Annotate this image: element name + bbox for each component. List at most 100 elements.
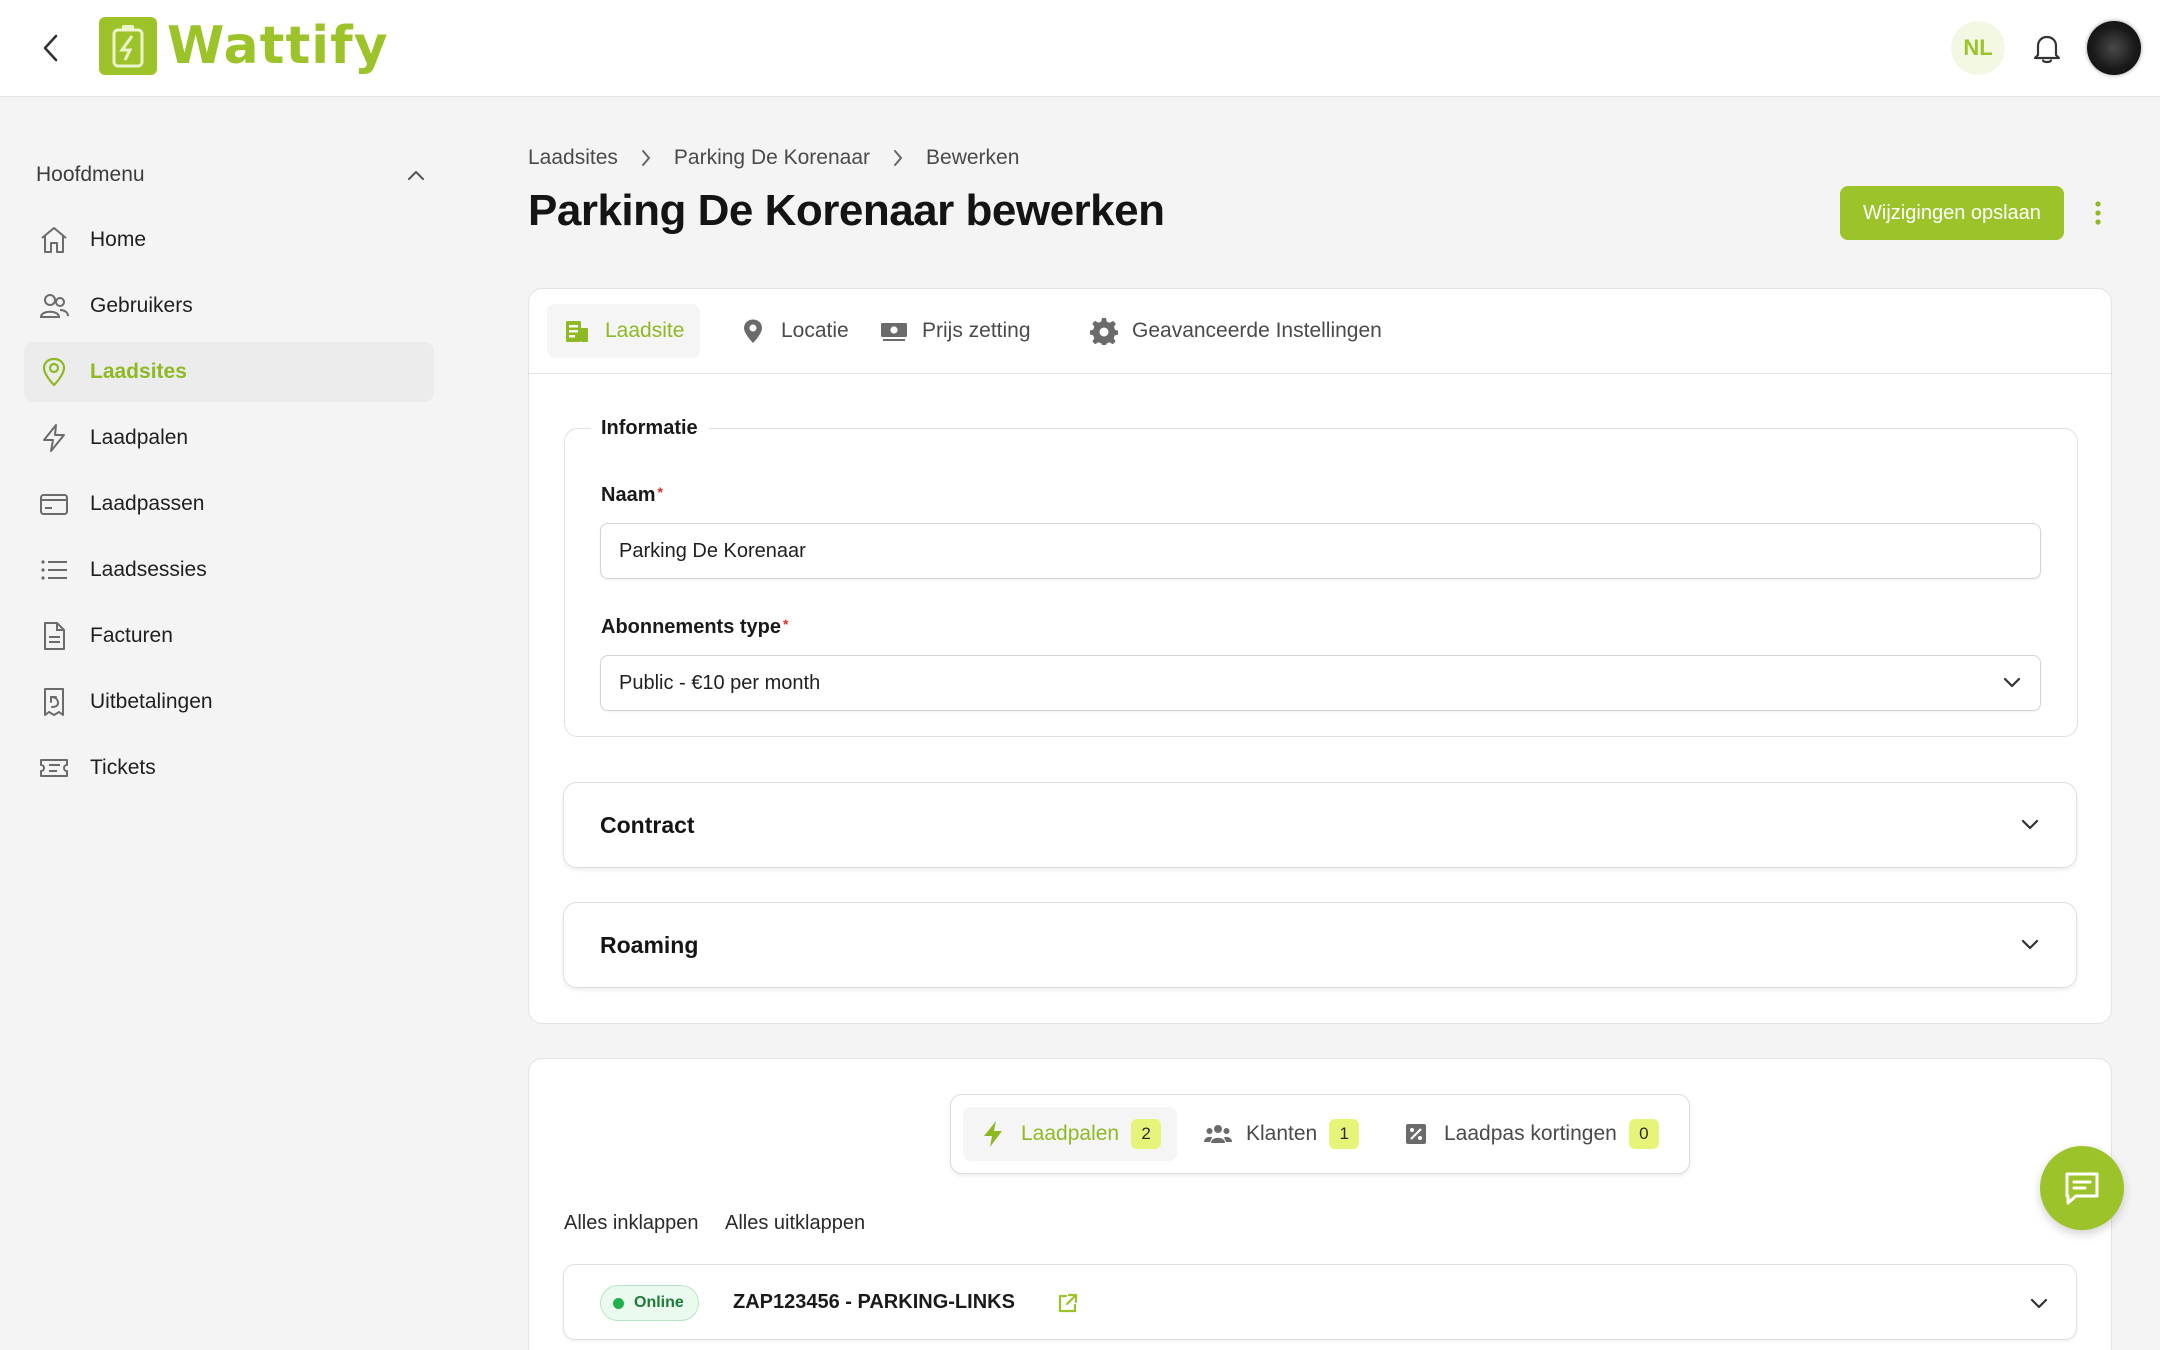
name-field-label: Naam * <box>601 484 663 507</box>
collapse-all-button[interactable]: Alles inklappen <box>564 1212 699 1235</box>
external-link-icon <box>1058 1293 1078 1313</box>
count-badge: 0 <box>1628 1119 1659 1149</box>
required-marker: * <box>783 616 789 632</box>
sidebar-item-label: Home <box>90 228 147 251</box>
back-button[interactable] <box>34 31 68 65</box>
tab-locatie[interactable]: Locatie <box>723 304 865 358</box>
lightning-icon <box>36 420 72 456</box>
breadcrumb-laadsites[interactable]: Laadsites <box>528 146 618 170</box>
sidebar-item-label: Facturen <box>90 624 173 647</box>
status-badge: Online <box>600 1285 699 1321</box>
avatar[interactable] <box>2087 21 2141 75</box>
section-title: Informatie <box>601 417 698 439</box>
sidebar-item-facturen[interactable]: Facturen <box>24 606 434 666</box>
page-title: Parking De Korenaar bewerken <box>528 186 1165 235</box>
tab-laadsite[interactable]: Laadsite <box>547 304 701 358</box>
chevron-down-icon <box>2021 939 2039 950</box>
tab-label: Laadsite <box>605 319 685 342</box>
map-pin-icon <box>36 354 72 390</box>
top-bar: Wattify NL <box>0 0 2160 97</box>
gear-icon <box>1090 317 1118 345</box>
sidebar-item-laadsites[interactable]: Laadsites <box>24 342 434 402</box>
tabs-bar: Laadsite Locatie Prijs zetting Geavancee… <box>529 289 2111 374</box>
subscription-select[interactable]: Public - €10 per month <box>600 655 2041 711</box>
receipt-icon <box>36 684 72 720</box>
ticket-icon <box>36 750 72 786</box>
discount-icon <box>1402 1120 1430 1148</box>
sidebar-item-label: Laadsessies <box>90 558 207 581</box>
sidebar-item-tickets[interactable]: Tickets <box>24 738 434 798</box>
lightning-icon <box>979 1120 1007 1148</box>
sidebar-item-uitbetalingen[interactable]: Uitbetalingen <box>24 672 434 732</box>
breadcrumb-current: Bewerken <box>926 146 1020 169</box>
name-label-text: Naam <box>601 484 656 506</box>
sidebar-item-laadsessies[interactable]: Laadsessies <box>24 540 434 600</box>
status-dot-icon <box>613 1297 624 1309</box>
tab-label: Klanten <box>1246 1122 1318 1145</box>
breadcrumb: Laadsites Parking De Korenaar Bewerken <box>528 146 1019 170</box>
home-icon <box>36 222 72 258</box>
chevron-left-icon <box>43 34 58 62</box>
chevron-up-icon <box>408 171 424 180</box>
save-changes-button[interactable]: Wijzigingen opslaan <box>1840 186 2064 240</box>
money-icon <box>880 317 908 345</box>
chat-bubble-icon <box>2065 1172 2099 1205</box>
chevron-right-icon <box>892 149 904 167</box>
notifications-button[interactable] <box>2027 28 2067 68</box>
sidebar-item-label: Uitbetalingen <box>90 690 213 713</box>
count-badge: 1 <box>1329 1119 1360 1149</box>
card-icon <box>36 486 72 522</box>
chevron-down-icon <box>2021 819 2039 830</box>
sidebar-item-gebruikers[interactable]: Gebruikers <box>24 276 434 336</box>
users-icon <box>1204 1120 1232 1148</box>
sidebar-item-home[interactable]: Home <box>24 210 434 270</box>
tab-prijs-zetting[interactable]: Prijs zetting <box>864 304 1047 358</box>
tab-klanten[interactable]: Klanten 1 <box>1188 1107 1375 1161</box>
logo-text: Wattify <box>167 16 389 76</box>
sidebar-item-laadpalen[interactable]: Laadpalen <box>24 408 434 468</box>
tab-label: Prijs zetting <box>922 319 1031 342</box>
accordion-title: Roaming <box>600 931 699 958</box>
status-text: Online <box>634 1294 684 1311</box>
location-icon <box>739 317 767 345</box>
tab-label: Laadpas kortingen <box>1444 1122 1617 1145</box>
language-button[interactable]: NL <box>1951 21 2005 75</box>
battery-logo-icon <box>99 17 157 75</box>
accordion-title: Contract <box>600 811 695 838</box>
tab-geavanceerde-instellingen[interactable]: Geavanceerde Instellingen <box>1074 304 1398 358</box>
sidebar-item-label: Laadpassen <box>90 492 205 515</box>
required-marker: * <box>657 484 663 500</box>
tab-label: Locatie <box>781 319 849 342</box>
open-external-button[interactable] <box>1054 1289 1082 1317</box>
sidebar-item-label: Laadpalen <box>90 426 189 449</box>
tab-laadpalen[interactable]: Laadpalen 2 <box>963 1107 1178 1161</box>
sidebar-item-label: Tickets <box>90 756 156 779</box>
charger-list-item[interactable]: Online ZAP123456 - PARKING-LINKS <box>563 1264 2077 1340</box>
more-options-button[interactable] <box>2086 196 2110 230</box>
accordion-contract[interactable]: Contract <box>563 782 2077 868</box>
list-icon <box>36 552 72 588</box>
sidebar-item-label: Laadsites <box>90 360 187 383</box>
users-icon <box>36 288 72 324</box>
expand-all-button[interactable]: Alles uitklappen <box>725 1212 865 1235</box>
tab-label: Geavanceerde Instellingen <box>1132 319 1382 342</box>
accordion-roaming[interactable]: Roaming <box>563 902 2077 988</box>
subscription-field-label: Abonnements type * <box>601 616 788 639</box>
chat-button[interactable] <box>2040 1146 2124 1230</box>
segmented-tabs: Laadpalen 2 Klanten 1 Laadpas kortingen … <box>950 1094 1690 1174</box>
chevron-down-icon[interactable] <box>2024 1289 2054 1319</box>
sidebar-section-toggle[interactable]: Hoofdmenu <box>36 160 426 190</box>
building-icon <box>563 317 591 345</box>
chevron-right-icon <box>640 149 652 167</box>
sidebar-item-label: Gebruikers <box>90 294 193 317</box>
subscription-label-text: Abonnements type <box>601 616 782 638</box>
tab-laadpas-kortingen[interactable]: Laadpas kortingen 0 <box>1386 1107 1675 1161</box>
logo[interactable]: Wattify <box>99 16 389 76</box>
breadcrumb-site[interactable]: Parking De Korenaar <box>674 146 870 170</box>
name-input[interactable] <box>600 523 2041 579</box>
chevron-down-icon <box>2003 677 2021 688</box>
kebab-menu-icon <box>2095 201 2101 225</box>
sidebar-item-laadpassen[interactable]: Laadpassen <box>24 474 434 534</box>
count-badge: 2 <box>1131 1119 1162 1149</box>
sidebar-title: Hoofdmenu <box>36 163 145 186</box>
